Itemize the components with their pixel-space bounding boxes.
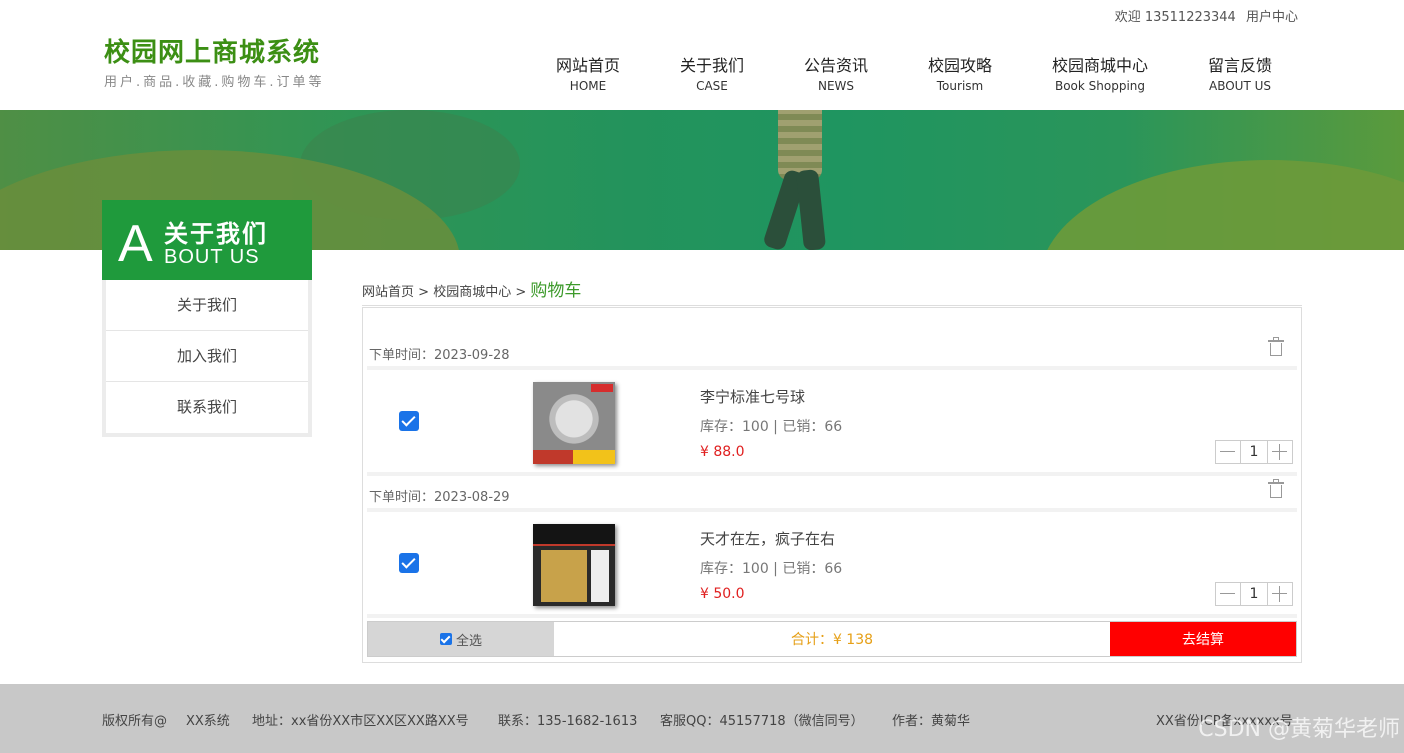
about-badge-subtitle: BOUT US (164, 246, 260, 268)
footer-phone: 联系：135-1682-1613 (498, 714, 638, 729)
top-user-bar: 欢迎 13511223344 用户中心 (1109, 6, 1298, 25)
footer-qq: 客服QQ：45157718（微信同号） (660, 714, 864, 729)
product-price: ¥ 50.0 (700, 586, 745, 602)
site-title: 校园网上商城系统 (104, 38, 321, 68)
footer-copyright: 版权所有@ (102, 714, 168, 729)
about-badge: A 关于我们 BOUT US (102, 200, 312, 280)
about-badge-title: 关于我们 (164, 220, 268, 248)
breadcrumb-current: 购物车 (530, 281, 582, 306)
select-all-checkbox[interactable] (439, 633, 452, 645)
nav-label: 留言反馈 (1207, 56, 1272, 75)
plus-icon[interactable] (1268, 441, 1292, 463)
nav-about[interactable]: 关于我们 CASE (650, 52, 774, 93)
site-footer: 版权所有@ XX系统 地址：xx省份XX市区XX区XX路XX号 联系：135-1… (0, 684, 1404, 753)
checkout-button[interactable]: 去结算 (1110, 622, 1296, 656)
minus-icon[interactable] (1216, 583, 1240, 605)
footer-address: 地址：xx省份XX市区XX区XX路XX号 (252, 714, 469, 729)
cart-footer: 全选 合计：¥ 138 去结算 (367, 621, 1297, 657)
item-checkbox[interactable] (399, 553, 419, 573)
plus-icon[interactable] (1268, 583, 1292, 605)
item-checkbox[interactable] (399, 411, 419, 431)
breadcrumb-parent[interactable]: 校园商城中心 (433, 285, 511, 300)
order-date: 下单时间：2023-08-29 (369, 490, 510, 505)
nav-feedback[interactable]: 留言反馈 ABOUT US (1178, 52, 1302, 93)
product-name[interactable]: 天才在左，疯子在右 (700, 528, 835, 549)
trash-icon[interactable] (1268, 479, 1284, 498)
select-all-label: 全选 (455, 633, 482, 649)
nav-sublabel: NEWS (817, 79, 855, 93)
nav-tourism[interactable]: 校园攻略 Tourism (898, 52, 1022, 93)
banner-hill (1040, 160, 1404, 250)
nav-sublabel: ABOUT US (1208, 79, 1271, 93)
nav-home[interactable]: 网站首页 HOME (526, 52, 650, 93)
cart-total: 合计：¥ 138 (554, 622, 1110, 656)
welcome-text: 欢迎 13511223344 (1114, 10, 1236, 25)
side-menu-about[interactable]: 关于我们 (106, 280, 308, 331)
breadcrumb-separator: > (515, 285, 527, 300)
quantity-input[interactable]: 1 (1240, 583, 1268, 605)
side-menu-join[interactable]: 加入我们 (106, 331, 308, 382)
nav-sublabel: Book Shopping (1054, 79, 1146, 93)
side-menu-contact[interactable]: 联系我们 (106, 382, 308, 433)
watermark: CSDN @黄菊华老师 (1198, 717, 1400, 742)
breadcrumb: 网站首页 > 校园商城中心 > 购物车 (362, 276, 582, 306)
divider (362, 305, 1302, 306)
main-nav: 网站首页 HOME 关于我们 CASE 公告资讯 NEWS 校园攻略 Touri… (526, 52, 1302, 93)
side-menu: 关于我们 加入我们 联系我们 (102, 280, 312, 437)
site-logo[interactable]: 校园网上商城系统 用户.商品.收藏.购物车.订单等 (104, 32, 325, 90)
product-name[interactable]: 李宁标准七号球 (700, 386, 805, 407)
quantity-stepper: 1 (1215, 582, 1293, 606)
footer-author: 作者：黄菊华 (892, 714, 971, 729)
cart-item-row: 天才在左，疯子在右 库存：100 | 已销：66 ¥ 50.0 1 (367, 516, 1297, 618)
nav-label: 校园商城中心 (1051, 56, 1148, 75)
banner-hiker (760, 110, 840, 250)
product-price: ¥ 88.0 (700, 444, 745, 460)
order-header: 下单时间：2023-08-29 (367, 478, 1297, 512)
product-image-basketball[interactable] (533, 382, 615, 464)
order-header: 下单时间：2023-09-28 (367, 336, 1297, 370)
trash-icon[interactable] (1268, 337, 1284, 356)
footer-system: XX系统 (186, 714, 230, 729)
nav-label: 关于我们 (679, 56, 744, 75)
quantity-stepper: 1 (1215, 440, 1293, 464)
nav-label: 公告资讯 (803, 56, 868, 75)
nav-label: 校园攻略 (927, 56, 992, 75)
nav-sublabel: CASE (696, 79, 728, 93)
nav-news[interactable]: 公告资讯 NEWS (774, 52, 898, 93)
nav-sublabel: Tourism (936, 79, 984, 93)
nav-label: 网站首页 (555, 56, 620, 75)
product-stock: 库存：100 | 已销：66 (700, 561, 843, 577)
breadcrumb-separator: > (418, 285, 430, 300)
user-center-link[interactable]: 用户中心 (1246, 10, 1298, 25)
order-date: 下单时间：2023-09-28 (369, 348, 510, 363)
site-subtitle: 用户.商品.收藏.购物车.订单等 (104, 75, 325, 90)
product-stock: 库存：100 | 已销：66 (700, 419, 843, 435)
minus-icon[interactable] (1216, 441, 1240, 463)
product-image-book[interactable] (533, 524, 615, 606)
select-all[interactable]: 全选 (368, 622, 554, 656)
about-badge-letter: A (118, 215, 153, 273)
nav-sublabel: HOME (569, 79, 607, 93)
breadcrumb-home[interactable]: 网站首页 (362, 285, 414, 300)
cart-panel: 下单时间：2023-09-28 李宁标准七号球 库存：100 | 已销：66 ¥… (362, 307, 1302, 663)
cart-item-row: 李宁标准七号球 库存：100 | 已销：66 ¥ 88.0 1 (367, 374, 1297, 476)
quantity-input[interactable]: 1 (1240, 441, 1268, 463)
nav-shopping[interactable]: 校园商城中心 Book Shopping (1022, 52, 1178, 93)
